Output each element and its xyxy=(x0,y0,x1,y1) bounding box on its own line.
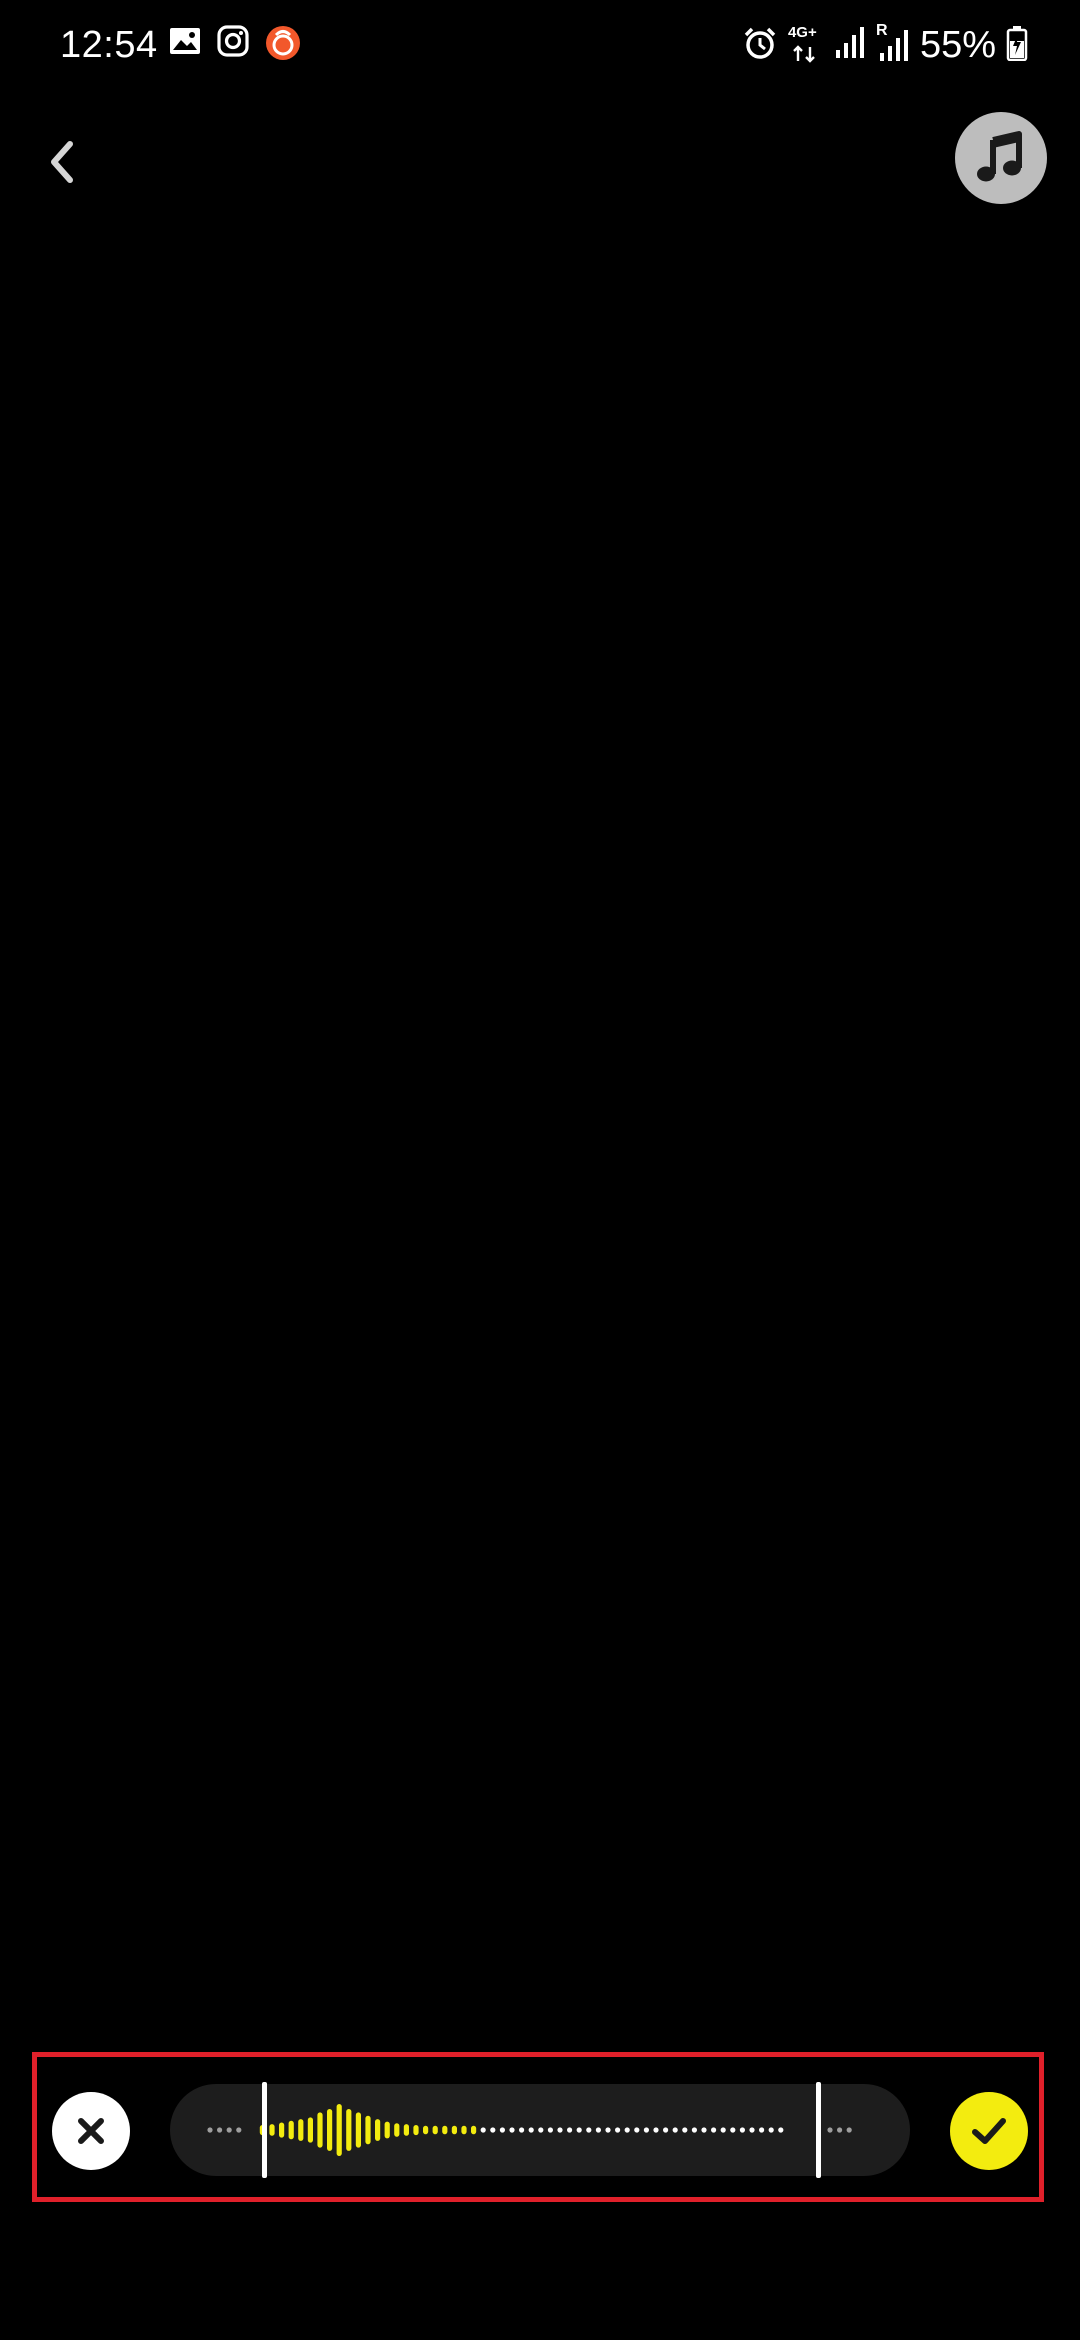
gallery-icon xyxy=(168,24,202,58)
waveform-dot xyxy=(576,2127,582,2133)
waveform-dot xyxy=(567,2127,573,2133)
waveform-bar-active xyxy=(394,2123,400,2137)
waveform-dot-outside xyxy=(207,2127,213,2133)
waveform-dot xyxy=(499,2127,505,2133)
waveform-bar-active xyxy=(375,2119,381,2141)
battery-percent: 55% xyxy=(919,24,996,66)
signal-icon xyxy=(834,26,866,65)
waveform-dot xyxy=(691,2127,697,2133)
waveform-dot xyxy=(663,2127,669,2133)
back-button[interactable] xyxy=(30,130,94,194)
waveform-bar-active xyxy=(432,2125,438,2135)
audio-waveform-track[interactable] xyxy=(170,2084,910,2176)
waveform-bar-active xyxy=(346,2109,352,2151)
waveform-dot-outside xyxy=(226,2127,232,2133)
battery-charging-icon xyxy=(1006,25,1028,66)
waveform-dot xyxy=(653,2127,659,2133)
waveform-dot xyxy=(768,2127,774,2133)
waveform-dot xyxy=(605,2127,611,2133)
waveform-bar-active xyxy=(307,2117,313,2143)
waveform-dot xyxy=(547,2127,553,2133)
waveform-dot xyxy=(759,2127,765,2133)
waveform-dot-outside xyxy=(217,2127,223,2133)
status-notification-icons xyxy=(168,24,300,60)
waveform-dot xyxy=(519,2127,525,2133)
trim-handle-start[interactable] xyxy=(262,2082,268,2178)
waveform-dot xyxy=(749,2127,755,2133)
waveform-bar-active xyxy=(365,2115,371,2145)
confirm-button[interactable] xyxy=(950,2092,1028,2170)
waveform-dot-outside xyxy=(846,2127,852,2133)
app-notification-icon xyxy=(264,24,300,60)
network-4g-icon: 4G+ xyxy=(788,25,824,65)
waveform-dot xyxy=(730,2127,736,2133)
waveform-dot xyxy=(711,2127,717,2133)
cancel-button[interactable] xyxy=(52,2092,130,2170)
waveform-bar-active xyxy=(317,2112,323,2148)
waveform-bar-active xyxy=(279,2122,285,2138)
waveform-bar-active xyxy=(288,2120,294,2140)
waveform-dot xyxy=(595,2127,601,2133)
close-icon xyxy=(78,2118,104,2144)
waveform-dot xyxy=(778,2127,784,2133)
waveform-dot xyxy=(480,2127,486,2133)
waveform-dot xyxy=(682,2127,688,2133)
waveform-dot xyxy=(615,2127,621,2133)
waveform-dot xyxy=(624,2127,630,2133)
waveform-bar-active xyxy=(413,2125,419,2136)
waveform-dot xyxy=(701,2127,707,2133)
waveform-bar-active xyxy=(327,2109,333,2151)
music-note-icon xyxy=(977,131,1022,182)
waveform-bar-active xyxy=(471,2125,477,2135)
waveform-dot xyxy=(538,2127,544,2133)
signal-roaming-icon: R xyxy=(876,23,910,63)
audio-waveform xyxy=(207,2104,852,2156)
status-time: 12:54 xyxy=(60,24,158,66)
waveform-dot xyxy=(634,2127,640,2133)
status-bar: 12:54 4G+ R 55% xyxy=(0,0,1080,90)
waveform-bar-active xyxy=(451,2125,457,2135)
waveform-dot xyxy=(528,2127,534,2133)
waveform-dot xyxy=(672,2127,678,2133)
waveform-dot-outside xyxy=(837,2127,843,2133)
music-button[interactable] xyxy=(955,112,1047,204)
waveform-dot xyxy=(586,2127,592,2133)
waveform-dot xyxy=(490,2127,496,2133)
waveform-bar-active xyxy=(442,2125,448,2135)
waveform-bar-active xyxy=(269,2124,275,2136)
status-system-icons: 4G+ R 55% xyxy=(742,20,1028,70)
waveform-bar-active xyxy=(423,2125,429,2135)
waveform-bar-active xyxy=(355,2112,361,2148)
waveform-dot xyxy=(739,2127,745,2133)
waveform-dot-outside xyxy=(827,2127,833,2133)
waveform-dot xyxy=(509,2127,515,2133)
waveform-bar-active xyxy=(298,2119,304,2141)
chevron-left-icon xyxy=(51,141,73,183)
waveform-bar-active xyxy=(384,2121,390,2139)
trim-handle-end[interactable] xyxy=(815,2082,821,2178)
alarm-icon xyxy=(742,25,778,66)
waveform-dot xyxy=(557,2127,563,2133)
waveform-bar-active xyxy=(336,2104,342,2156)
waveform-dot xyxy=(720,2127,726,2133)
waveform-bar-active xyxy=(461,2125,467,2135)
checkmark-icon xyxy=(972,2118,1006,2144)
waveform-dot-outside xyxy=(236,2127,242,2133)
waveform-bar-active xyxy=(403,2124,409,2136)
waveform-dot xyxy=(643,2127,649,2133)
instagram-icon xyxy=(216,24,250,58)
